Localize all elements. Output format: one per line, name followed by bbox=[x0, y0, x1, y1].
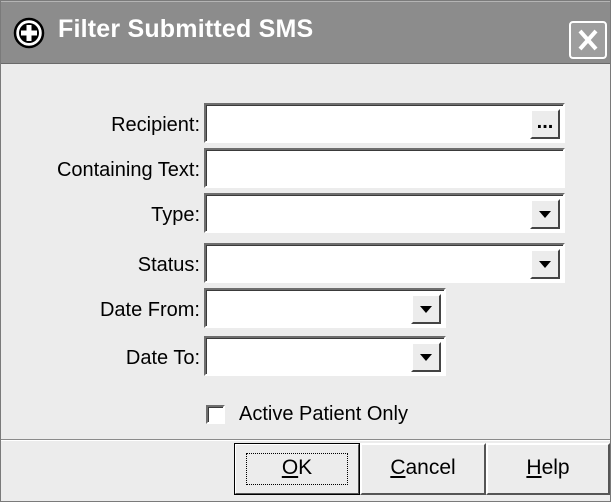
close-button[interactable] bbox=[569, 21, 607, 59]
dialog-title: Filter Submitted SMS bbox=[58, 15, 314, 43]
help-button[interactable]: Help bbox=[486, 443, 610, 495]
status-dropdown-button[interactable] bbox=[530, 249, 560, 279]
chevron-down-icon bbox=[539, 261, 551, 268]
date-to-dropdown-button[interactable] bbox=[411, 342, 441, 372]
type-select[interactable] bbox=[204, 193, 565, 233]
status-label: Status: bbox=[137, 254, 200, 276]
recipient-field[interactable]: ... bbox=[204, 103, 565, 143]
filter-sms-dialog: Filter Submitted SMS Recipient: ... Cont… bbox=[0, 0, 611, 502]
ok-button[interactable]: OK bbox=[234, 443, 360, 495]
cancel-button[interactable]: Cancel bbox=[360, 443, 486, 495]
recipient-label: Recipient: bbox=[111, 114, 200, 136]
date-from-dropdown-button[interactable] bbox=[411, 294, 441, 324]
cancel-label-rest: ancel bbox=[405, 456, 456, 479]
type-label: Type: bbox=[151, 204, 200, 226]
status-select[interactable] bbox=[204, 243, 565, 283]
active-patient-only-label[interactable]: Active Patient Only bbox=[239, 403, 408, 426]
active-patient-only-checkbox[interactable] bbox=[206, 405, 225, 424]
chevron-down-icon bbox=[539, 211, 551, 218]
date-from-picker[interactable] bbox=[204, 288, 446, 328]
help-label-rest: elp bbox=[541, 456, 570, 479]
recipient-browse-button[interactable]: ... bbox=[530, 109, 560, 139]
date-to-label: Date To: bbox=[125, 347, 200, 369]
plus-circle-icon bbox=[13, 17, 45, 49]
date-from-label: Date From: bbox=[99, 299, 200, 321]
ok-mnemonic: O bbox=[281, 456, 299, 479]
chevron-down-icon bbox=[420, 306, 432, 313]
date-to-picker[interactable] bbox=[204, 336, 446, 376]
help-mnemonic: H bbox=[526, 456, 542, 479]
ok-label-rest: K bbox=[298, 456, 313, 479]
title-bar[interactable]: Filter Submitted SMS bbox=[1, 1, 610, 64]
button-bar-separator bbox=[1, 439, 610, 441]
type-dropdown-button[interactable] bbox=[530, 199, 560, 229]
containing-text-field[interactable] bbox=[204, 148, 565, 188]
containing-text-label: Containing Text: bbox=[56, 159, 200, 181]
chevron-down-icon bbox=[420, 354, 432, 361]
ellipsis-icon: ... bbox=[536, 111, 554, 133]
cancel-mnemonic: C bbox=[390, 456, 406, 479]
